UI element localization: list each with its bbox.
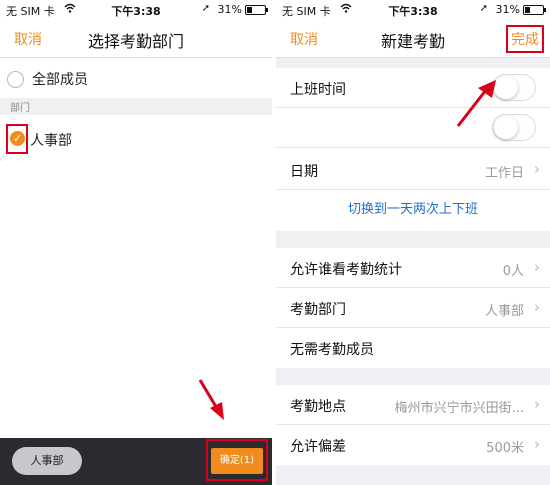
nav-bar: 取消 选择考勤部门	[0, 20, 272, 58]
work-time-row: 上班时间	[276, 68, 550, 108]
radio-button[interactable]	[7, 71, 24, 88]
stats-viewers-row[interactable]: 允许谁看考勤统计 0人 ›	[276, 248, 550, 288]
switch-row: 切换到一天两次上下班	[276, 190, 550, 230]
section-header-label: 部门	[10, 103, 30, 114]
work-time-label: 上班时间	[290, 82, 346, 98]
department-row[interactable]: 考勤部门 人事部 ›	[276, 288, 550, 328]
battery-percent: 31%	[217, 3, 242, 16]
page-title: 选择考勤部门	[87, 32, 184, 51]
chevron-right-icon: ›	[534, 435, 540, 453]
date-label: 日期	[290, 164, 318, 180]
annotation-arrow-icon	[456, 80, 496, 127]
location-value: 梅州市兴宁市兴田街...	[394, 401, 524, 416]
department-label: 人事部	[30, 133, 72, 149]
bottom-bar: 人事部 确定(1)	[0, 438, 272, 485]
department-value: 人事部	[484, 304, 524, 319]
exempt-members-row[interactable]: 无需考勤成员	[276, 328, 550, 368]
new-attendance-screen: 无 SIM 卡 下午3:38 ➚ 31% 取消 新建考勤 完成 上班时间 日期 …	[276, 0, 550, 485]
date-row[interactable]: 日期 工作日 ›	[276, 150, 550, 190]
checkbox-annotation[interactable]: ✓	[6, 124, 28, 154]
select-department-screen: 无 SIM 卡 下午3:38 ➚ 31% 取消 选择考勤部门 全部成员 部门 ✓…	[0, 0, 272, 485]
annotation-arrow-icon	[198, 379, 224, 420]
battery-percent: 31%	[495, 3, 520, 16]
all-members-label: 全部成员	[32, 72, 88, 88]
chevron-right-icon: ›	[534, 258, 540, 276]
work-time-group: 上班时间 日期 工作日 › 切换到一天两次上下班	[276, 68, 550, 231]
all-members-row[interactable]: 全部成员	[0, 60, 272, 98]
selected-department-chip[interactable]: 人事部	[12, 447, 82, 475]
check-icon: ✓	[10, 131, 25, 146]
chevron-right-icon: ›	[534, 160, 540, 178]
status-bar: 无 SIM 卡 下午3:38 ➚ 31%	[0, 0, 272, 20]
deviation-row[interactable]: 允许偏差 500米 ›	[276, 425, 550, 465]
location-label: 考勤地点	[290, 399, 346, 415]
location-arrow-icon: ➚	[479, 3, 488, 14]
deviation-label: 允许偏差	[290, 439, 346, 455]
confirm-annotation: 确定(1)	[206, 439, 268, 481]
switch-shift-link[interactable]: 切换到一天两次上下班	[276, 190, 550, 230]
battery-icon	[523, 5, 546, 15]
location-arrow-icon: ➚	[201, 3, 210, 14]
battery-icon	[245, 5, 268, 15]
stats-viewers-value: 0人	[502, 264, 524, 279]
off-time-row	[276, 108, 550, 148]
chevron-right-icon: ›	[534, 298, 540, 316]
deviation-value: 500米	[486, 441, 524, 456]
date-value: 工作日	[484, 166, 524, 181]
section-header: 部门	[0, 98, 272, 115]
chevron-right-icon: ›	[534, 395, 540, 413]
exempt-members-label: 无需考勤成员	[290, 342, 374, 358]
confirm-button[interactable]: 确定(1)	[211, 448, 263, 474]
location-row[interactable]: 考勤地点 梅州市兴宁市兴田街... ›	[276, 385, 550, 425]
department-row[interactable]: ✓ 人事部	[0, 116, 272, 162]
location-group: 考勤地点 梅州市兴宁市兴田街... › 允许偏差 500米 ›	[276, 385, 550, 465]
stats-viewers-label: 允许谁看考勤统计	[290, 262, 402, 278]
nav-bar: 取消 新建考勤 完成	[276, 20, 550, 58]
status-bar: 无 SIM 卡 下午3:38 ➚ 31%	[276, 0, 550, 20]
done-button[interactable]: 完成	[506, 25, 544, 53]
permission-group: 允许谁看考勤统计 0人 › 考勤部门 人事部 › 无需考勤成员	[276, 248, 550, 368]
department-label: 考勤部门	[290, 302, 346, 318]
